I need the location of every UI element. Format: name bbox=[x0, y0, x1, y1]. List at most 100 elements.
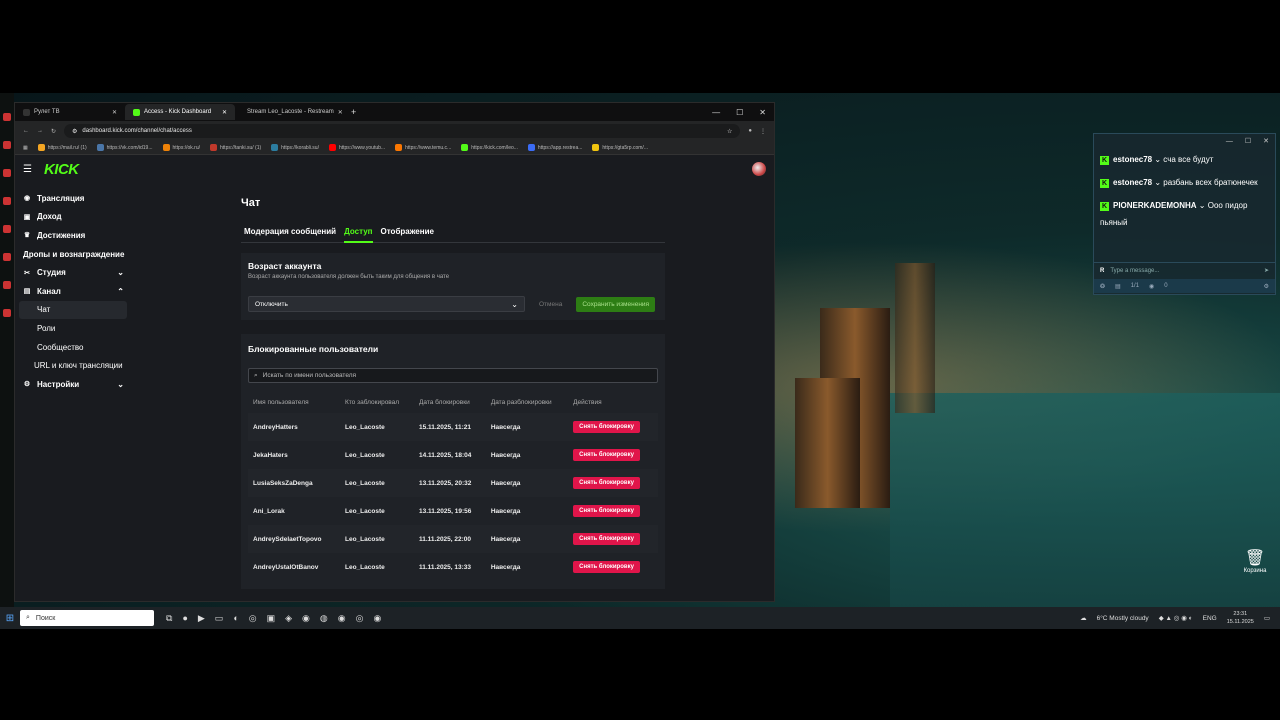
desktop-icon[interactable] bbox=[3, 141, 11, 149]
chat-username[interactable]: PIONERKADEMONHA bbox=[1113, 201, 1197, 210]
user-avatar[interactable] bbox=[752, 162, 766, 176]
close-icon[interactable]: ✕ bbox=[1263, 137, 1269, 145]
app-icon[interactable]: ▣ bbox=[267, 613, 276, 624]
bookmark[interactable]: https://app.restrea... bbox=[527, 144, 582, 151]
desktop-icon[interactable] bbox=[3, 309, 11, 317]
sidebar-item-channel[interactable]: ▤ Канал ⌃ bbox=[19, 282, 127, 301]
app-icon[interactable]: ◉ bbox=[302, 613, 310, 624]
app-icon[interactable]: ● bbox=[182, 613, 187, 624]
account-age-select[interactable]: Отключить ⌄ bbox=[248, 296, 525, 312]
close-window-icon[interactable]: ✕ bbox=[759, 108, 766, 117]
unblock-button[interactable]: Снять блокировку bbox=[573, 421, 640, 433]
app-icon[interactable]: ◈ bbox=[285, 613, 292, 624]
tray-icons[interactable]: ◆ ▲ ◎ ◉ ◐ bbox=[1159, 614, 1193, 622]
sidebar-item-community[interactable]: Сообщество bbox=[19, 338, 127, 357]
close-tab-icon[interactable]: ✕ bbox=[338, 109, 343, 116]
maximize-icon[interactable]: ☐ bbox=[736, 108, 743, 117]
back-icon[interactable]: ← bbox=[23, 128, 29, 134]
restream-chat-overlay: — ☐ ✕ Kestonec78 ⌄ сча все будут Kestone… bbox=[1093, 133, 1276, 295]
bookmark[interactable]: https://kick.com/leo... bbox=[461, 144, 518, 151]
desktop-icon[interactable] bbox=[3, 113, 11, 121]
bookmark[interactable]: https://mail.ru/ (1) bbox=[37, 144, 87, 151]
close-tab-icon[interactable]: ✕ bbox=[222, 109, 227, 116]
desktop-icon[interactable] bbox=[3, 197, 11, 205]
weather-text[interactable]: 6°C Mostly cloudy bbox=[1097, 615, 1149, 622]
bookmark[interactable]: https://vk.com/id19... bbox=[96, 144, 153, 151]
bookmark[interactable]: https://www.youtub... bbox=[328, 144, 385, 151]
sidebar-item-income[interactable]: ▣ Доход bbox=[19, 208, 127, 227]
chat-input[interactable]: R Type a message... ➤ bbox=[1094, 262, 1275, 278]
send-icon[interactable]: ➤ bbox=[1264, 267, 1269, 274]
taskbar-apps: ⧉ ● ▶ ▭ ◐ ◎ ▣ ◈ ◉ ◍ ◉ ◎ ◉ bbox=[166, 613, 381, 624]
app-icon[interactable]: ◉ bbox=[373, 613, 381, 624]
forward-icon[interactable]: → bbox=[37, 128, 43, 134]
unblock-button[interactable]: Снять блокировку bbox=[573, 505, 640, 517]
kick-logo[interactable]: KICK bbox=[44, 161, 79, 178]
browser-tab-active[interactable]: Access - Kick Dashboard ✕ bbox=[125, 104, 235, 120]
browser-tab[interactable]: Рулет ТВ ✕ bbox=[15, 104, 125, 120]
sidebar-item-chat[interactable]: Чат bbox=[19, 300, 127, 320]
sidebar-item-roles[interactable]: Роли bbox=[19, 319, 127, 338]
gear-icon[interactable]: ⚙ bbox=[1264, 283, 1269, 290]
edge-icon[interactable]: ◐ bbox=[233, 613, 238, 624]
bookmark[interactable]: https://gta5rp.com/... bbox=[592, 144, 648, 151]
windows-start-icon[interactable]: ⊞ bbox=[0, 613, 20, 624]
blocked-search-input[interactable]: ⌕ Искать по имени пользователя bbox=[248, 368, 658, 383]
cancel-button[interactable]: Отмена bbox=[533, 301, 568, 308]
new-tab-icon[interactable]: + bbox=[345, 107, 356, 117]
notifications-icon[interactable]: ▭ bbox=[1264, 614, 1270, 622]
unblock-button[interactable]: Снять блокировку bbox=[573, 561, 640, 573]
sidebar-item-studio[interactable]: ✂ Студия ⌄ bbox=[19, 263, 127, 282]
explorer-icon[interactable]: ▭ bbox=[215, 613, 224, 624]
sidebar-item-achievements[interactable]: ♛ Достижения bbox=[19, 226, 127, 245]
weather-icon[interactable]: ☁ bbox=[1080, 614, 1087, 622]
bookmark-star-icon[interactable]: ☆ bbox=[727, 128, 732, 135]
hamburger-menu-icon[interactable]: ☰ bbox=[23, 164, 32, 175]
desktop-icon[interactable] bbox=[3, 169, 11, 177]
sidebar-item-broadcast[interactable]: ◉ Трансляция bbox=[19, 189, 127, 208]
channel-count: 1/1 bbox=[1130, 283, 1140, 289]
search-icon: ⌕ bbox=[26, 614, 30, 621]
taskbar-search[interactable]: ⌕ Поиск bbox=[20, 610, 154, 626]
sidebar-item-settings[interactable]: ⚙ Настройки ⌄ bbox=[19, 375, 127, 394]
desktop-icon[interactable] bbox=[3, 253, 11, 261]
clock[interactable]: 23:31 15.11.2025 bbox=[1227, 610, 1254, 626]
unblock-button[interactable]: Снять блокировку bbox=[573, 449, 640, 461]
apps-grid-icon[interactable]: ▦ bbox=[23, 145, 28, 151]
browser-tab[interactable]: Stream Leo_Lacoste - Restream ✕ bbox=[235, 104, 345, 120]
maximize-icon[interactable]: ☐ bbox=[1245, 137, 1251, 145]
tab-access[interactable]: Доступ bbox=[344, 227, 373, 243]
column-header: Имя пользователя bbox=[253, 398, 309, 406]
app-icon[interactable]: ▶ bbox=[198, 613, 205, 624]
chrome-icon[interactable]: ◉ bbox=[338, 613, 346, 624]
recycle-bin[interactable]: 🗑 Корзина bbox=[1240, 548, 1270, 574]
app-icon[interactable]: ◎ bbox=[356, 613, 364, 624]
tab-moderation[interactable]: Модерация сообщений bbox=[244, 227, 336, 236]
reload-icon[interactable]: ↻ bbox=[51, 128, 56, 135]
close-tab-icon[interactable]: ✕ bbox=[112, 109, 117, 116]
bookmark[interactable]: https://tanki.su/ (1) bbox=[210, 144, 261, 151]
language-indicator[interactable]: ENG bbox=[1203, 615, 1217, 622]
bookmark[interactable]: https://ok.ru/ bbox=[162, 144, 200, 151]
app-icon[interactable]: ◍ bbox=[320, 613, 328, 624]
sidebar-item-stream-key[interactable]: URL и ключ трансляции bbox=[19, 356, 127, 375]
profile-icon[interactable]: ● bbox=[748, 128, 752, 134]
steam-icon[interactable]: ◎ bbox=[249, 613, 257, 624]
url-field[interactable]: ⚙ dashboard.kick.com/channel/chat/access ☆ bbox=[64, 124, 741, 138]
save-changes-button[interactable]: Сохранить изменения bbox=[576, 296, 656, 312]
unblock-button[interactable]: Снять блокировку bbox=[573, 477, 640, 489]
desktop-icon[interactable] bbox=[3, 281, 11, 289]
bookmark[interactable]: https://korabli.su/ bbox=[271, 144, 319, 151]
chat-username[interactable]: estonec78 bbox=[1113, 178, 1152, 187]
site-info-icon[interactable]: ⚙ bbox=[72, 128, 77, 135]
minimize-icon[interactable]: — bbox=[1226, 138, 1233, 145]
menu-icon[interactable]: ⋮ bbox=[760, 128, 766, 135]
minimize-icon[interactable]: — bbox=[712, 108, 720, 117]
unblock-button[interactable]: Снять блокировку bbox=[573, 533, 640, 545]
desktop-icon[interactable] bbox=[3, 225, 11, 233]
task-view-icon[interactable]: ⧉ bbox=[166, 613, 172, 624]
chat-username[interactable]: estonec78 bbox=[1113, 155, 1152, 164]
sidebar-item-drops[interactable]: Дропы и вознаграждение bbox=[19, 245, 127, 264]
tab-display[interactable]: Отображение bbox=[381, 227, 434, 236]
bookmark[interactable]: https://www.temu.c... bbox=[395, 144, 451, 151]
